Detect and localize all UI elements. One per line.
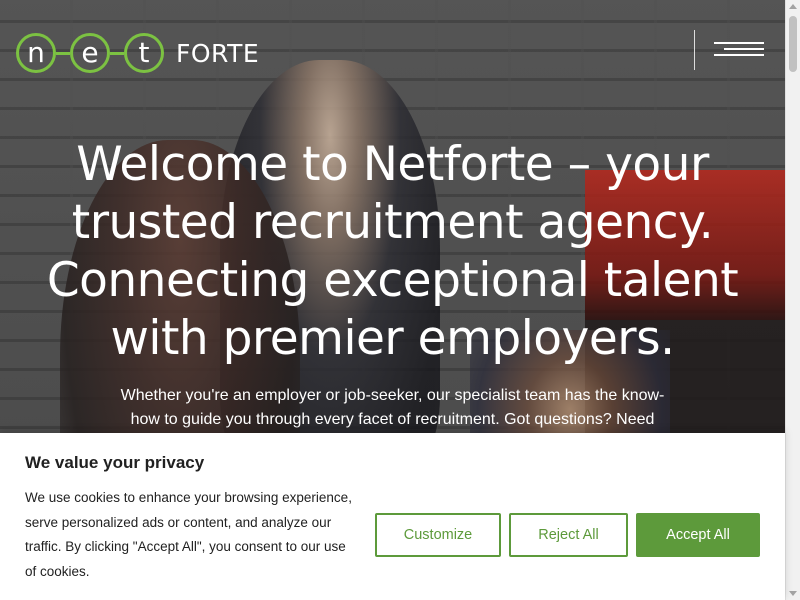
accept-all-button[interactable]: Accept All (636, 513, 760, 557)
hamburger-menu-icon[interactable] (714, 40, 766, 62)
cookie-banner-text: We use cookies to enhance your browsing … (25, 490, 352, 579)
reject-all-button[interactable]: Reject All (509, 513, 628, 557)
site-logo[interactable]: n e t FORTE (16, 30, 259, 76)
menu-line (724, 48, 764, 50)
cookie-banner-title: We value your privacy (25, 453, 205, 472)
cookie-consent-banner: We value your privacy We use cookies to … (0, 433, 785, 600)
scrollbar-thumb[interactable] (789, 16, 797, 72)
header-divider (694, 30, 695, 70)
scroll-down-arrow-icon[interactable] (789, 591, 797, 596)
customize-button[interactable]: Customize (375, 513, 501, 557)
logo-letter-e: e (70, 33, 110, 73)
logo-connector (110, 51, 124, 55)
logo-letter-n: n (16, 33, 56, 73)
menu-line (714, 42, 764, 44)
page: n e t FORTE Welcome to Netforte – your t… (0, 0, 800, 600)
hero-heading: Welcome to Netforte – your trusted recru… (46, 137, 739, 366)
hero-subtext: Whether you're an employer or job-seeker… (120, 387, 665, 428)
page-scrollbar[interactable] (785, 0, 800, 600)
logo-wordmark: FORTE (176, 38, 260, 68)
menu-line (714, 54, 764, 56)
logo-letter-t: t (124, 33, 164, 73)
scroll-up-arrow-icon[interactable] (789, 4, 797, 9)
logo-connector (56, 51, 70, 55)
